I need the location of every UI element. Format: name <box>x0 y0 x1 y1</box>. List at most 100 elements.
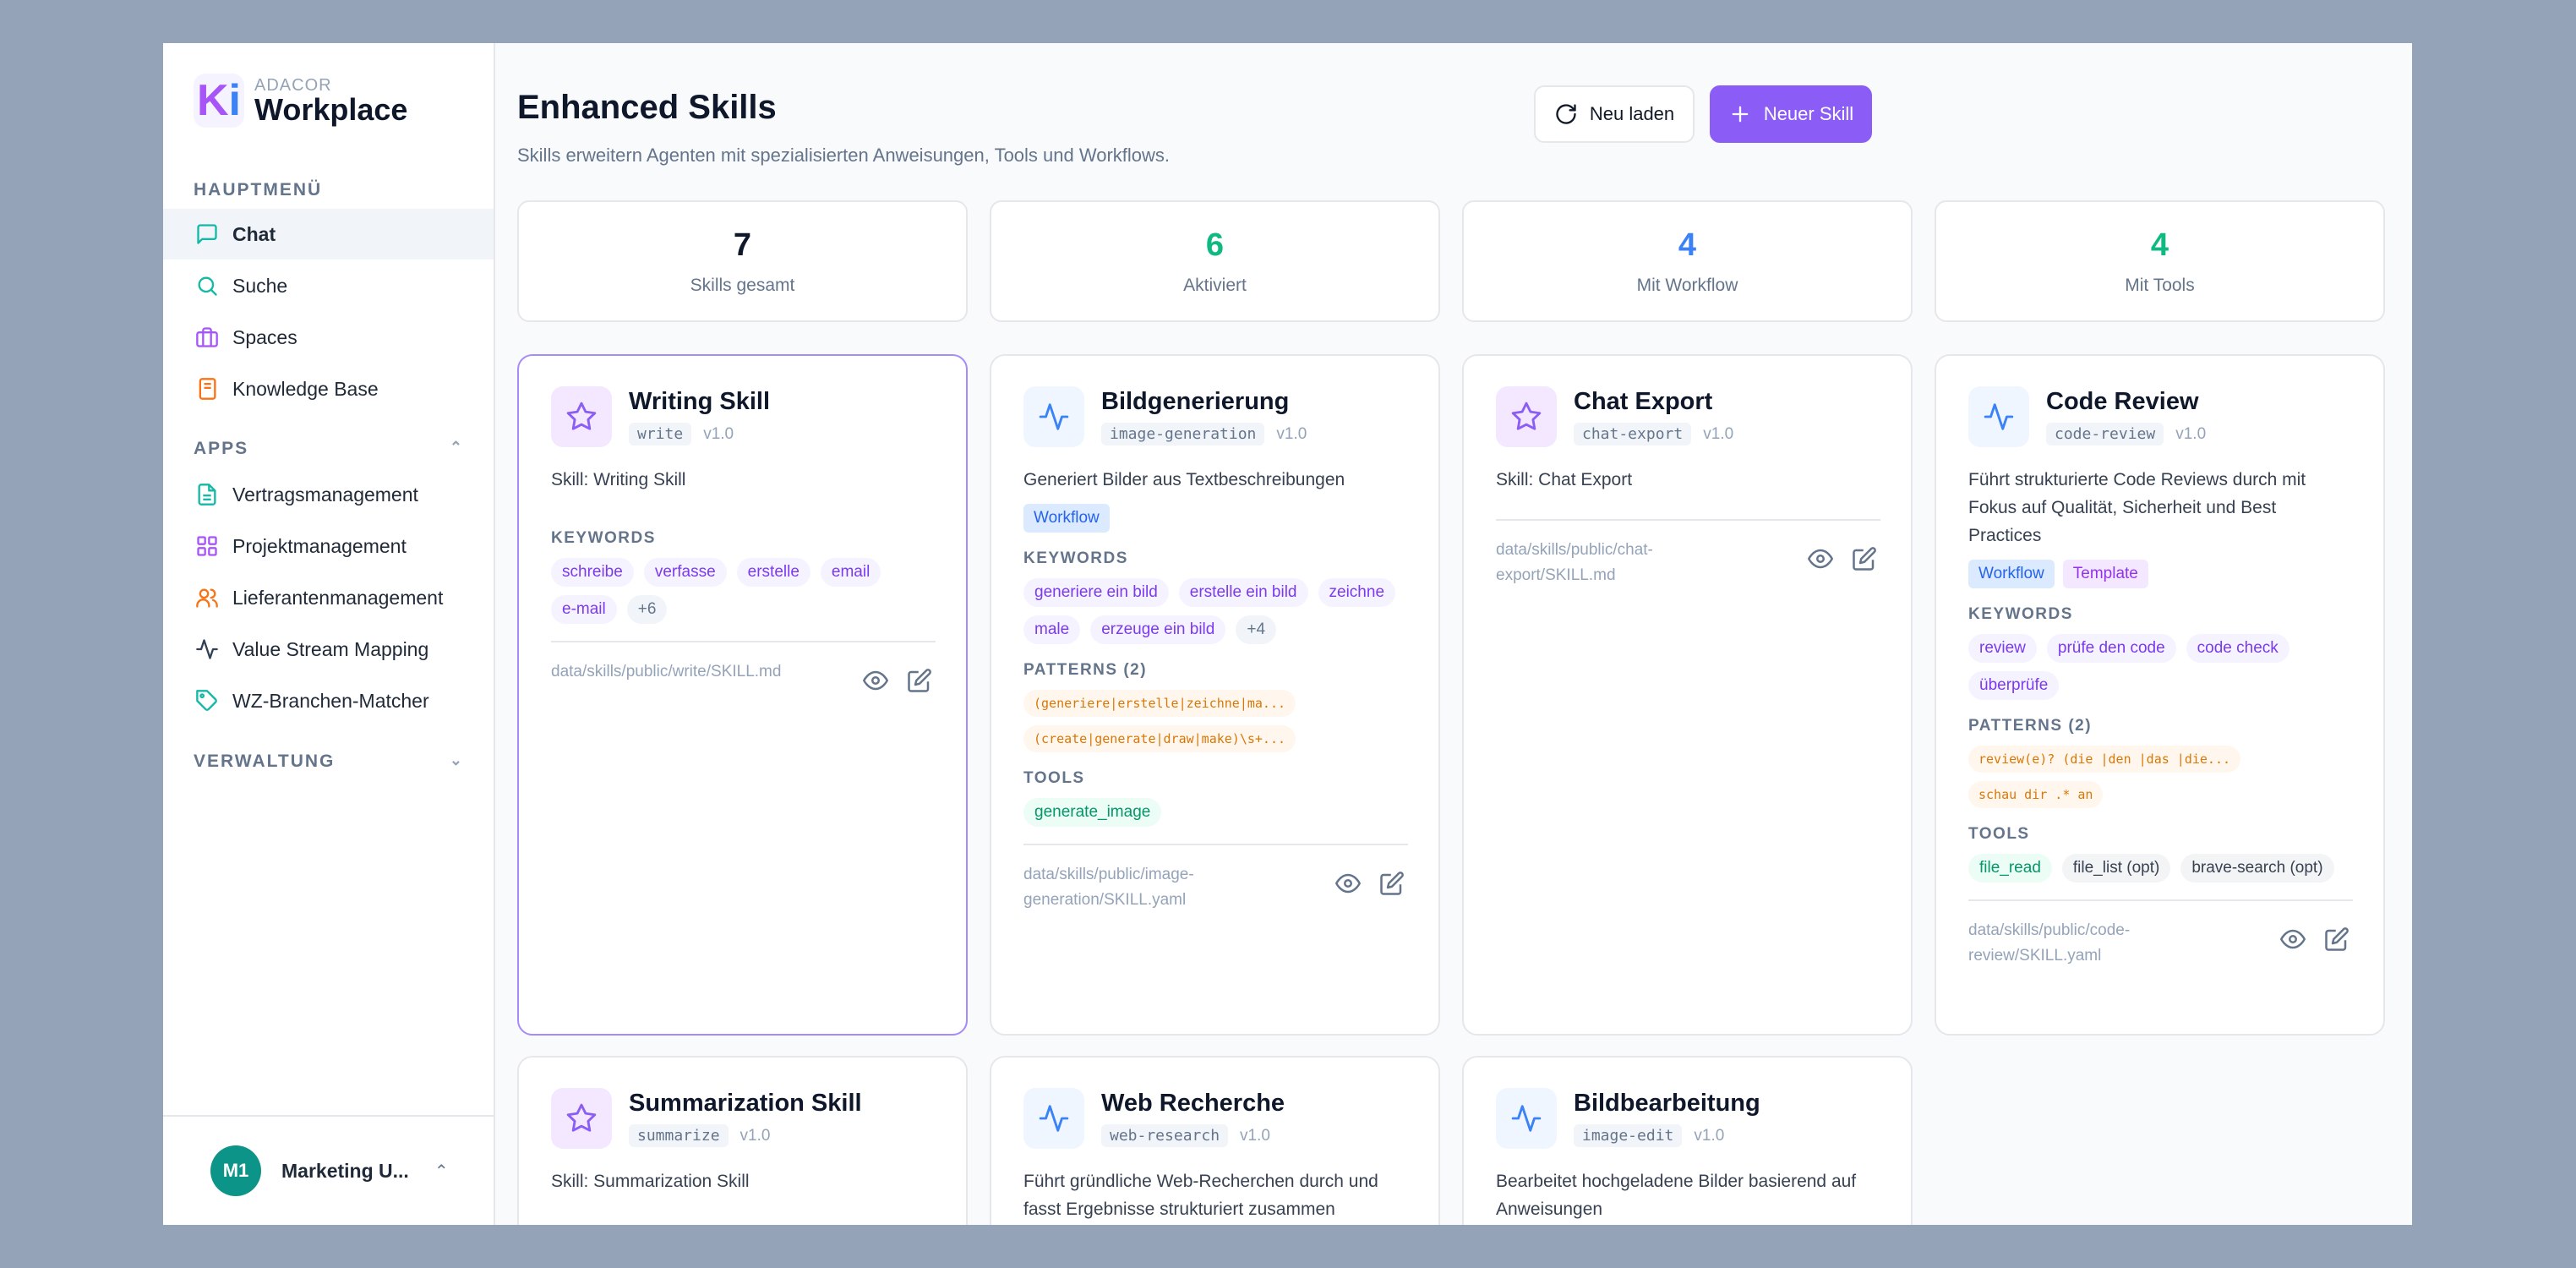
sidebar-item-label: Vertragsmanagement <box>232 483 418 506</box>
card-description: Skill: Chat Export <box>1496 470 1633 489</box>
page-title: Enhanced Skills <box>517 89 777 126</box>
card-titles: Bildgenerierung image-generation v1.0 <box>1101 386 1307 445</box>
card-description: Skill: Summarization Skill <box>551 1172 750 1191</box>
pattern-list: (generiere|erstelle|zeichne|ma... (creat… <box>1023 690 1408 752</box>
keywords-title: KEYWORDS <box>551 529 656 547</box>
keyword-list: schreibe verfasse erstelle email e-mail … <box>551 558 936 624</box>
sidebar-item-value-stream-mapping[interactable]: Value Stream Mapping <box>163 624 494 675</box>
stat-label: Aktiviert <box>1183 276 1247 295</box>
edit-icon[interactable] <box>907 668 932 693</box>
skill-card-code-review[interactable]: Code Review code-review v1.0 Führt struk… <box>1935 354 2385 1036</box>
sidebar-item-label: Chat <box>232 222 276 245</box>
skill-card-web-recherche[interactable]: Web Recherche web-research v1.0 Führt gr… <box>990 1056 1440 1225</box>
sidebar-item-wz-branchen-matcher[interactable]: WZ-Branchen-Matcher <box>163 675 494 726</box>
stat-value: 7 <box>733 227 752 263</box>
keyword-chip: erstelle <box>736 558 810 587</box>
logo-letter-i: i <box>228 76 241 125</box>
skill-card-writing[interactable]: Writing Skill write v1.0 Skill: Writing … <box>517 354 968 1036</box>
book-icon <box>199 378 216 400</box>
keywords-title: KEYWORDS <box>1968 605 2073 623</box>
skill-version: v1.0 <box>2175 424 2207 443</box>
logo-text: ADACOR Workplace <box>254 76 407 125</box>
card-header: Bildbearbeitung image-edit v1.0 <box>1496 1088 1880 1149</box>
skill-slug: chat-export <box>1574 423 1692 445</box>
card-titles: Bildbearbeitung image-edit v1.0 <box>1574 1088 1760 1147</box>
stat-label: Mit Tools <box>2125 276 2195 295</box>
keyword-chip: review <box>1968 634 2037 663</box>
pattern-chip: schau dir .* an <box>1968 781 2104 808</box>
skill-slug: write <box>629 423 692 445</box>
tool-chip: file_list (opt) <box>2061 854 2171 883</box>
card-actions <box>863 668 932 693</box>
keyword-chip: generiere ein bild <box>1023 578 1169 607</box>
card-meta: write v1.0 <box>629 423 770 445</box>
card-title: Code Review <box>2046 388 2199 415</box>
edit-icon[interactable] <box>1852 546 1877 571</box>
sidebar-item-suche[interactable]: Suche <box>163 260 494 311</box>
patterns-title: PATTERNS (2) <box>1968 717 2093 735</box>
sidebar-item-knowledge-base[interactable]: Knowledge Base <box>163 363 494 414</box>
card-meta: image-generation v1.0 <box>1101 423 1307 445</box>
keyword-list: review prüfe den code code check überprü… <box>1968 634 2353 700</box>
stat-with-tools: 4 Mit Tools <box>1935 200 2385 322</box>
new-skill-button[interactable]: Neuer Skill <box>1710 85 1872 143</box>
card-actions <box>1335 871 1405 896</box>
pattern-chip: (generiere|erstelle|zeichne|ma... <box>1023 690 1296 717</box>
sidebar-item-vertragsmanagement[interactable]: Vertragsmanagement <box>163 469 494 520</box>
section-label-apps-text: APPS <box>194 439 249 458</box>
sidebar-item-spaces[interactable]: Spaces <box>163 312 494 363</box>
skill-card-bildbearbeitung[interactable]: Bildbearbeitung image-edit v1.0 Bearbeit… <box>1462 1056 1913 1225</box>
tool-chip: brave-search (opt) <box>2180 854 2334 883</box>
card-icon <box>1968 386 2029 447</box>
chevron-down-icon: ⌄ <box>449 752 464 768</box>
section-label-verwaltung[interactable]: VERWALTUNG ⌄ <box>194 752 464 772</box>
card-meta: image-edit v1.0 <box>1574 1124 1760 1147</box>
eye-icon[interactable] <box>1808 546 1833 571</box>
card-title: Bildbearbeitung <box>1574 1090 1760 1117</box>
card-titles: Web Recherche web-research v1.0 <box>1101 1088 1285 1147</box>
sidebar-item-projektmanagement[interactable]: Projektmanagement <box>163 521 494 571</box>
card-meta: summarize v1.0 <box>629 1124 862 1147</box>
card-description: Bearbeitet hochgeladene Bilder basierend… <box>1496 1172 1857 1219</box>
skill-card-bildgenerierung[interactable]: Bildgenerierung image-generation v1.0 Ge… <box>990 354 1440 1036</box>
plus-icon <box>1732 106 1749 123</box>
edit-icon[interactable] <box>1379 871 1405 896</box>
skill-card-chat-export[interactable]: Chat Export chat-export v1.0 Skill: Chat… <box>1462 354 1913 1036</box>
card-icon <box>551 1088 612 1149</box>
card-icon <box>1023 386 1084 447</box>
sidebar-item-label: WZ-Branchen-Matcher <box>232 689 429 712</box>
badge-list: Workflow <box>1023 504 1408 533</box>
card-description: Führt strukturierte Code Reviews durch m… <box>1968 470 2306 545</box>
card-footer: data/skills/public/write/SKILL.md <box>551 641 936 710</box>
card-meta: chat-export v1.0 <box>1574 423 1733 445</box>
card-header: Summarization Skill summarize v1.0 <box>551 1088 936 1149</box>
skill-slug: summarize <box>629 1124 729 1147</box>
logo[interactable]: Ki ADACOR Workplace <box>194 74 407 128</box>
skill-card-summarization[interactable]: Summarization Skill summarize v1.0 Skill… <box>517 1056 968 1225</box>
eye-icon[interactable] <box>1335 871 1361 896</box>
skill-version: v1.0 <box>703 424 734 443</box>
skill-version: v1.0 <box>1703 424 1734 443</box>
stat-label: Mit Workflow <box>1636 276 1738 295</box>
card-title: Summarization Skill <box>629 1090 862 1117</box>
reload-button[interactable]: Neu laden <box>1534 85 1695 143</box>
reload-button-label: Neu laden <box>1589 103 1675 124</box>
card-actions <box>2280 926 2350 952</box>
eye-icon[interactable] <box>2280 926 2306 952</box>
section-label-apps[interactable]: APPS ⌃ <box>194 439 464 459</box>
page-subtitle: Skills erweitern Agenten mit spezialisie… <box>517 145 1171 166</box>
card-footer: data/skills/public/code-review/SKILL.yam… <box>1968 899 2353 986</box>
activity-icon <box>196 639 218 659</box>
chevron-up-icon: ⌃ <box>434 1161 449 1181</box>
card-description: Skill: Writing Skill <box>551 470 686 489</box>
skill-path: data/skills/public/chat-export/SKILL.md <box>1496 541 1653 584</box>
sidebar-item-chat[interactable]: Chat <box>163 209 494 260</box>
card-meta: code-review v1.0 <box>2046 423 2206 445</box>
edit-icon[interactable] <box>2324 926 2350 952</box>
keyword-chip: erzeuge ein bild <box>1090 615 1226 644</box>
user-menu[interactable]: M1 Marketing U... ⌃ <box>163 1115 494 1225</box>
workflow-badge: Workflow <box>1968 560 2055 588</box>
eye-icon[interactable] <box>863 668 888 693</box>
card-icon <box>1496 386 1557 447</box>
sidebar-item-lieferantenmanagement[interactable]: Lieferantenmanagement <box>163 572 494 623</box>
